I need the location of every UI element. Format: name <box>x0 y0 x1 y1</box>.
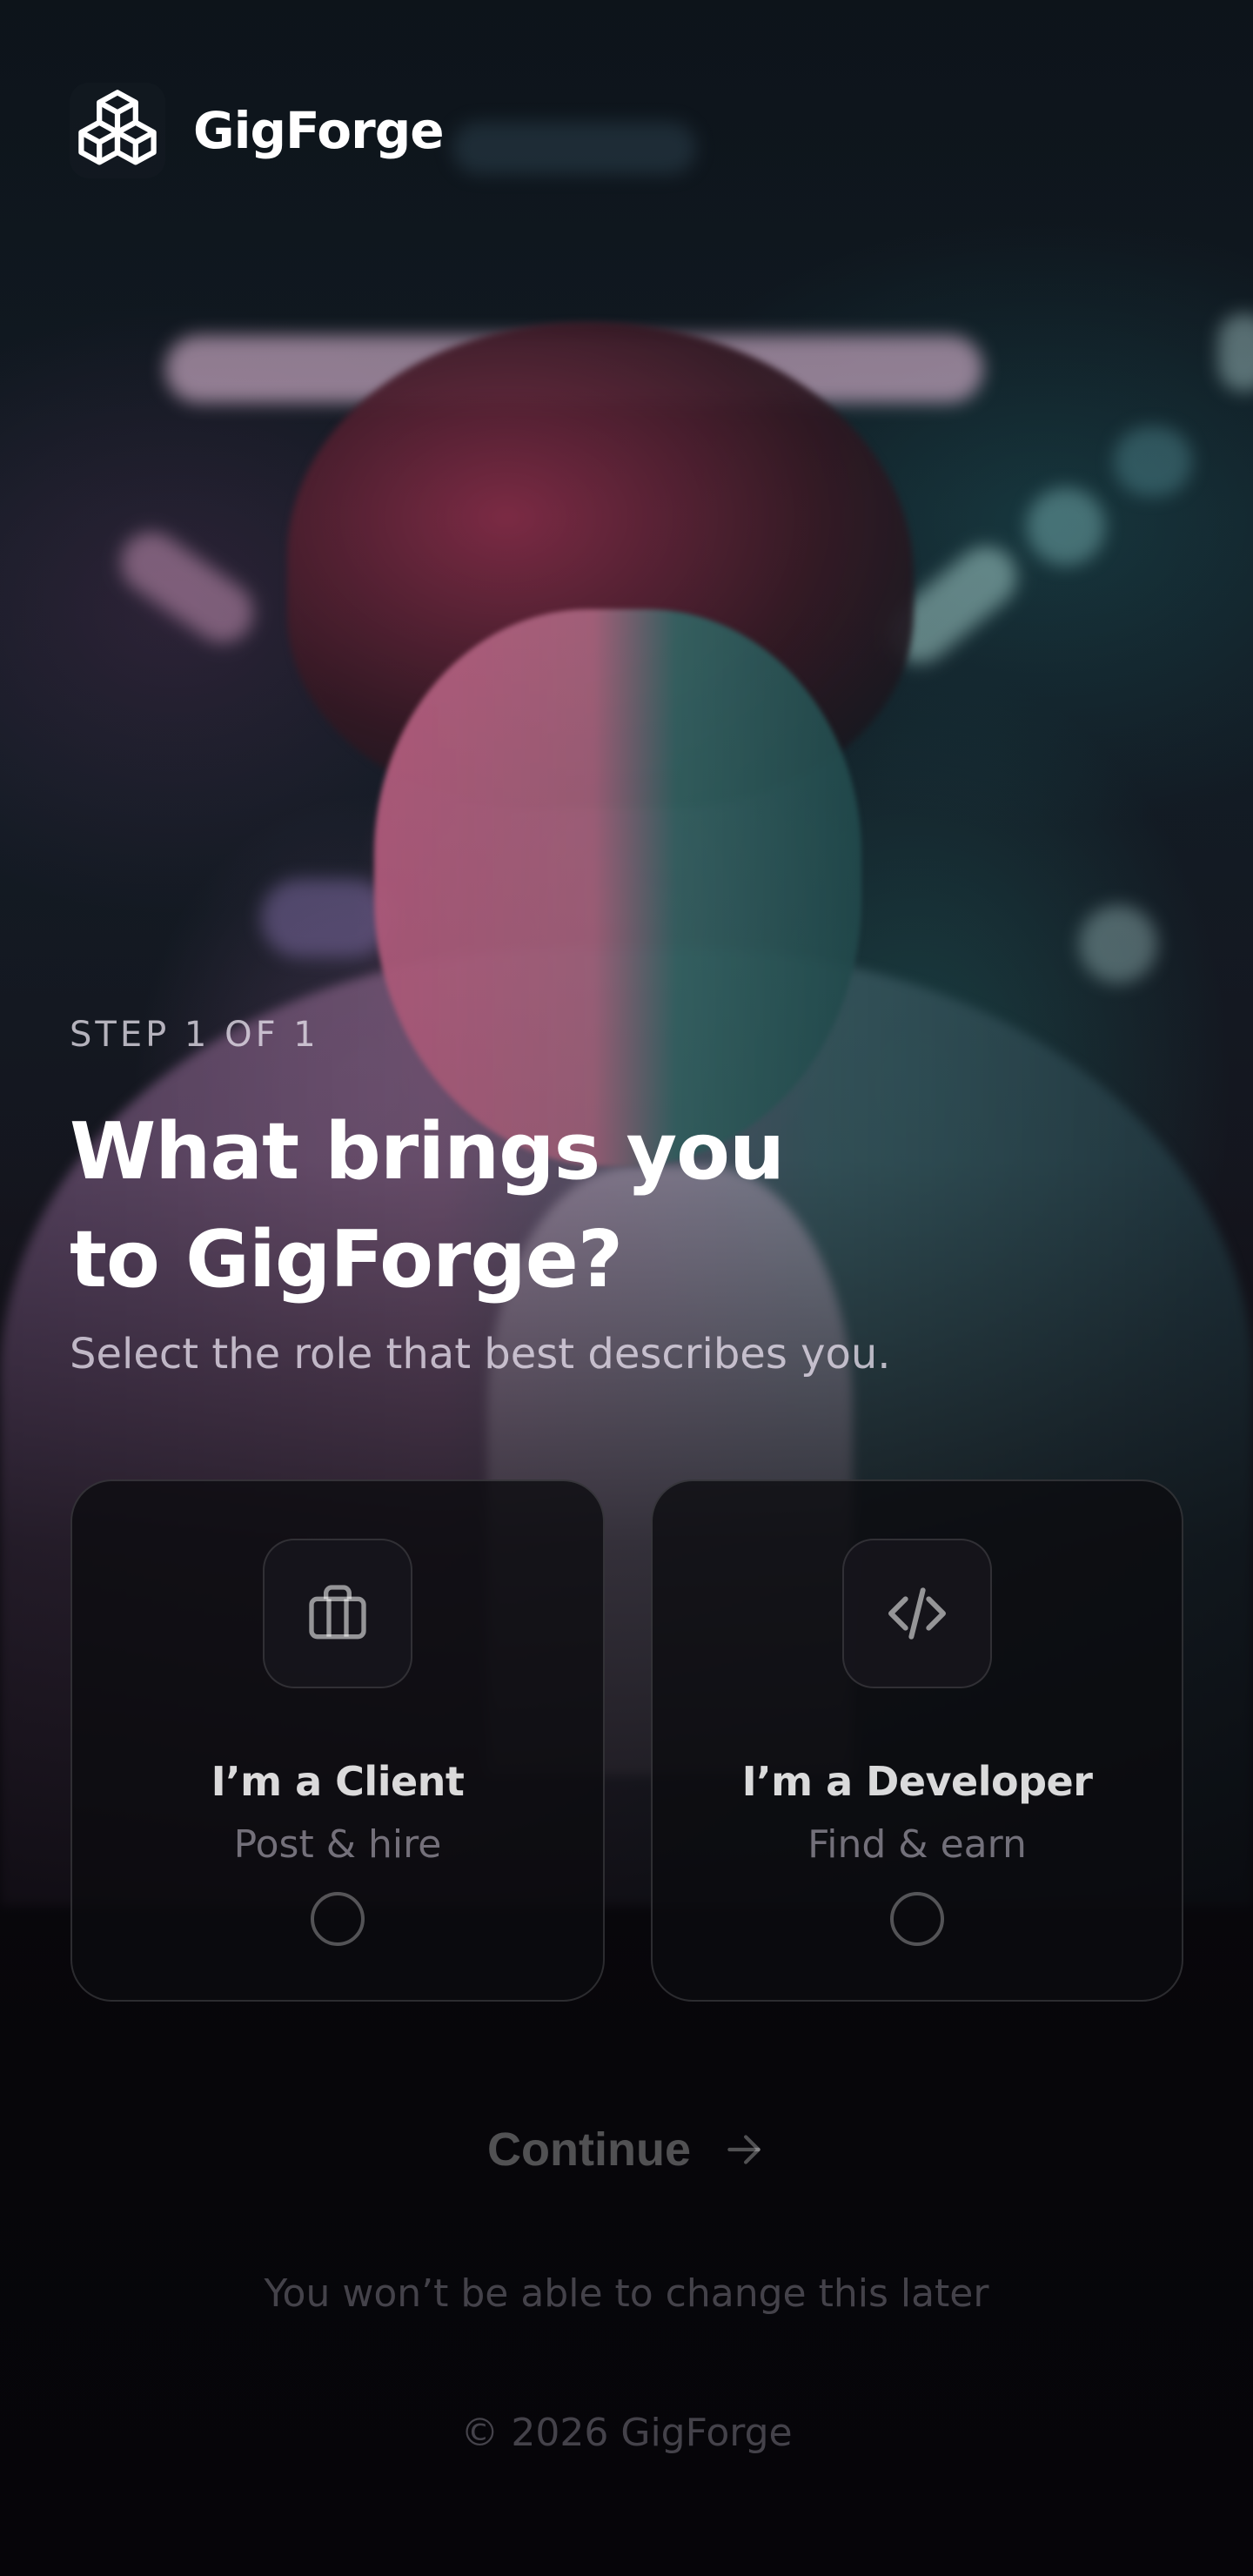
role-radio-client[interactable] <box>311 1892 365 1946</box>
role-card-client[interactable]: I’m a Client Post & hire <box>70 1479 605 2002</box>
role-title: I’m a Client <box>211 1758 465 1805</box>
brand-name: GigForge <box>193 101 445 160</box>
title-line-1: What brings you <box>70 1106 785 1197</box>
role-subtitle: Find & earn <box>807 1822 1027 1867</box>
code-icon <box>842 1539 992 1688</box>
arrow-right-icon <box>722 2128 766 2171</box>
irreversible-note: You won’t be able to change this later <box>264 2271 989 2316</box>
onboarding-screen: GigForge STEP 1 OF 1 What brings you to … <box>0 0 1253 2576</box>
brand-header[interactable]: GigForge <box>70 83 445 178</box>
copyright-footer: © 2026 GigForge <box>460 2411 793 2455</box>
page-subtitle: Select the role that best describes you. <box>70 1330 891 1379</box>
continue-button[interactable]: Continue <box>435 2108 818 2191</box>
title-line-2: to GigForge? <box>70 1214 623 1305</box>
role-radio-developer[interactable] <box>890 1892 944 1946</box>
cubes-logo-icon <box>70 83 165 178</box>
continue-label: Continue <box>487 2123 691 2176</box>
role-card-developer[interactable]: I’m a Developer Find & earn <box>651 1479 1183 2002</box>
briefcase-icon <box>263 1539 412 1688</box>
role-subtitle: Post & hire <box>233 1822 442 1867</box>
page-title: What brings you to GigForge? <box>70 1098 853 1314</box>
role-title: I’m a Developer <box>741 1758 1093 1805</box>
step-indicator: STEP 1 OF 1 <box>70 1015 319 1055</box>
